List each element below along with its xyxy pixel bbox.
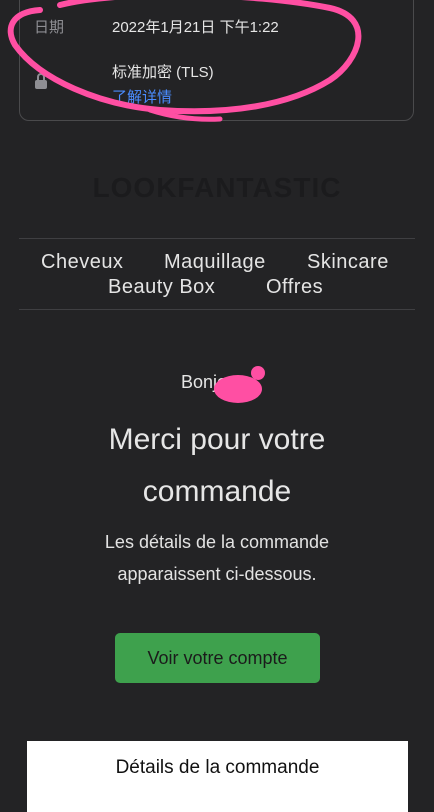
date-label: 日期 — [34, 19, 65, 36]
subtitle-line-2: apparaissent ci-dessous. — [117, 564, 317, 584]
nav-item-cheveux[interactable]: Cheveux — [41, 251, 123, 274]
heading-line-2: commande — [142, 475, 292, 508]
learn-more-link[interactable]: 了解详情 — [112, 86, 172, 107]
nav-bottom-divider — [19, 309, 415, 310]
nav-top-divider — [19, 238, 415, 239]
brand-logo[interactable]: LOOKFANTASTIC — [0, 172, 434, 204]
home-indicator[interactable] — [140, 797, 295, 802]
encryption-status: 标准加密 (TLS) — [112, 64, 214, 81]
lock-icon — [35, 73, 47, 89]
view-account-button[interactable]: Voir votre compte — [115, 633, 320, 683]
thank-you-heading: Merci pour votre commande — [0, 414, 434, 518]
nav-item-beauty-box[interactable]: Beauty Box — [108, 276, 215, 299]
nav-item-maquillage[interactable]: Maquillage — [164, 251, 266, 274]
subtitle-line-1: Les détails de la commande — [104, 532, 330, 552]
heading-line-1: Merci pour votre — [108, 423, 326, 456]
greeting-text: Bonjour , — [180, 372, 254, 392]
nav-item-offres[interactable]: Offres — [266, 276, 323, 299]
nav-item-skincare[interactable]: Skincare — [307, 251, 389, 274]
order-details-subtitle: Les détails de la commande apparaissent … — [0, 526, 434, 590]
date-value: 2022年1月21日 下午1:22 — [112, 19, 279, 36]
